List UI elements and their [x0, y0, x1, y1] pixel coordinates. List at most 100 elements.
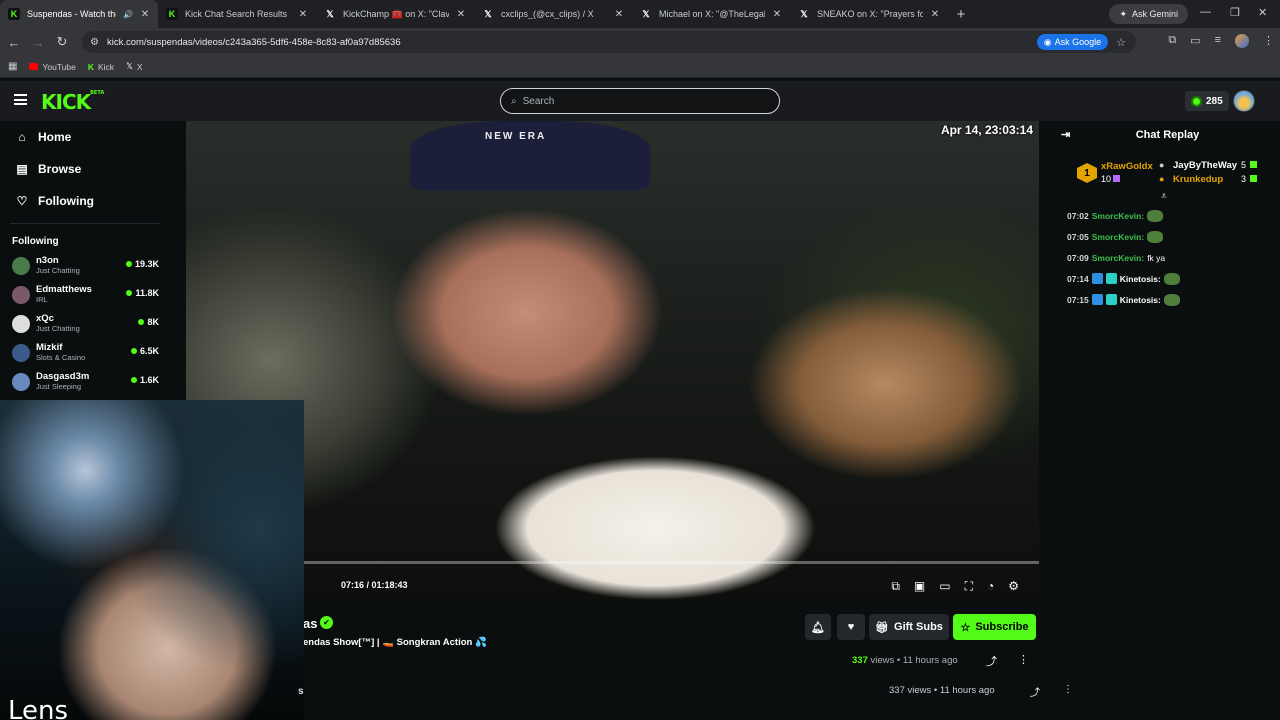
- ghost-ago: 11 hours ago: [939, 685, 995, 696]
- share-icon[interactable]: ⤴: [986, 653, 997, 669]
- emote-icon: [1163, 293, 1180, 306]
- emote-icon: [1147, 209, 1164, 222]
- bookmark-kick[interactable]: K Kick: [88, 62, 114, 72]
- new-tab-button[interactable]: +: [948, 0, 974, 28]
- tab-suspendas[interactable]: K Suspendas - Watch the VO 🔊 ✕: [0, 0, 158, 28]
- ghost-view-count: 337 views • 11 hours ago: [889, 685, 995, 696]
- points-badge[interactable]: 285: [1185, 91, 1229, 111]
- following-item[interactable]: Edmatthews IRL 11.8K: [0, 280, 170, 309]
- fullscreen-icon[interactable]: ⛶: [965, 579, 973, 594]
- following-item[interactable]: Dasgasd3m Just Sleeping 1.6K: [0, 367, 170, 396]
- lens-icon: ◉: [1043, 36, 1052, 47]
- sidepanel-icon[interactable]: ▭: [1190, 34, 1200, 48]
- bookmark-label: X: [136, 61, 143, 72]
- x-favicon-icon: 𝕏: [642, 8, 650, 19]
- clip-icon[interactable]: ▣: [914, 579, 925, 594]
- message-user[interactable]: SmorcKevin:: [1092, 253, 1144, 263]
- restore-icon[interactable]: ❐: [1230, 6, 1240, 19]
- collapse-chat-icon[interactable]: ⇥: [1061, 128, 1070, 141]
- gifter-name[interactable]: Krunkedup: [1173, 174, 1223, 185]
- tab-close-icon[interactable]: ✕: [140, 9, 150, 20]
- bookmark-label: YouTube: [42, 61, 76, 72]
- gift-icon: 🎁︎: [875, 621, 890, 634]
- points-icon: [1191, 95, 1202, 107]
- expand-gifters-icon[interactable]: ⩡: [1161, 191, 1167, 202]
- tab-kick-chat-search[interactable]: K Kick Chat Search Results ✕: [158, 0, 316, 28]
- theater-icon[interactable]: ▭: [939, 579, 950, 594]
- apps-grid-icon[interactable]: ▦: [8, 61, 17, 72]
- gift-subs-button[interactable]: 🎁︎ Gift Subs: [869, 614, 949, 640]
- kick-header: KICKBETA ⌕ Search 285: [0, 81, 1280, 121]
- url-text[interactable]: kick.com/suspendas/videos/c243a365-5df6-…: [107, 37, 1029, 48]
- tab-close-icon[interactable]: ✕: [772, 9, 782, 20]
- gifter-count: 10: [1101, 174, 1112, 184]
- pip-icon[interactable]: ⧉: [891, 579, 900, 594]
- tab-close-icon[interactable]: ✕: [298, 9, 308, 20]
- verified-icon: ✔: [320, 616, 333, 629]
- bookmark-x[interactable]: 𝕏X: [126, 61, 143, 72]
- viewer-number: 19.3K: [134, 259, 159, 269]
- video-info: as ✔ endas Show[™] | 🚤 Songkran Action 💦…: [303, 600, 1073, 720]
- forward-icon[interactable]: →: [26, 35, 50, 50]
- hamburger-menu-icon[interactable]: [14, 94, 27, 105]
- chat-message: 07:15 Kinetosis:: [1055, 289, 1280, 310]
- speed-icon[interactable]: ◔: [987, 579, 994, 594]
- avatar: [12, 343, 30, 362]
- bookmark-youtube[interactable]: YouTube: [29, 61, 76, 72]
- tab-kickchamp[interactable]: 𝕏 KickChamp 🧰 on X: "Clavicula ✕: [316, 0, 474, 28]
- channel-name[interactable]: as: [303, 616, 317, 631]
- tab-michael[interactable]: 𝕏 Michael on X: "@TheLegalMind ✕: [632, 0, 790, 28]
- gifter-name[interactable]: xRawGoldx: [1101, 161, 1153, 172]
- video-timestamp: Apr 14, 23:03:14: [940, 123, 1033, 137]
- speaker-icon[interactable]: 🔊: [123, 10, 133, 19]
- message-user[interactable]: SmorcKevin:: [1092, 232, 1144, 242]
- sidebar-item-home[interactable]: ⌂ Home: [0, 121, 170, 153]
- kick-logo[interactable]: KICKBETA: [41, 90, 104, 114]
- sidebar-item-following[interactable]: ♡ Following: [0, 185, 170, 217]
- follow-heart-button[interactable]: ♥: [837, 614, 865, 640]
- video-player[interactable]: NEW ERA Apr 14, 23:03:14 07:16 / 01:18:4…: [186, 121, 1039, 600]
- beta-label: BETA: [90, 90, 105, 96]
- profile-avatar[interactable]: [1235, 34, 1249, 48]
- search-icon: ⌕: [511, 95, 517, 107]
- tab-sneako[interactable]: 𝕏 SNEAKO on X: "Prayers for Clav ✕: [790, 0, 948, 28]
- notification-bell-button[interactable]: 🔔︎: [805, 614, 831, 640]
- tab-cxclips[interactable]: 𝕏 cxclips_(@cx_clips) / X ✕: [474, 0, 632, 28]
- media-controls-icon[interactable]: ≡: [1215, 34, 1221, 48]
- search-input[interactable]: ⌕ Search: [500, 88, 780, 114]
- browse-icon: ▤: [16, 162, 28, 176]
- sidebar-item-browse[interactable]: ▤ Browse: [0, 153, 170, 185]
- tab-close-icon[interactable]: ✕: [456, 9, 466, 20]
- progress-bar[interactable]: [186, 561, 1039, 564]
- message-user[interactable]: SmorcKevin:: [1092, 211, 1144, 221]
- following-item[interactable]: n3on Just Chatting 19.3K: [0, 251, 170, 280]
- message-user[interactable]: Kinetosis:: [1120, 295, 1161, 305]
- user-avatar[interactable]: [1233, 90, 1255, 112]
- ghost-share-icon: ⤴: [1030, 688, 1040, 699]
- kick-favicon-icon: K: [166, 8, 178, 20]
- ask-gemini-label: Ask Gemini: [1131, 9, 1178, 19]
- message-user[interactable]: Kinetosis:: [1120, 274, 1161, 284]
- site-info-icon[interactable]: ⚙: [90, 37, 99, 48]
- back-icon[interactable]: ←: [2, 35, 26, 50]
- subscriber-badge-icon: [1091, 294, 1103, 305]
- gemini-icon: ✦: [1119, 8, 1127, 19]
- gifter-name[interactable]: JayByTheWay: [1173, 160, 1237, 171]
- founder-badge-icon: [1105, 273, 1117, 284]
- more-options-icon[interactable]: ⋮: [1018, 653, 1029, 666]
- ask-google-button[interactable]: ◉ Ask Google: [1036, 34, 1109, 50]
- tab-close-icon[interactable]: ✕: [614, 9, 624, 20]
- tab-close-icon[interactable]: ✕: [930, 9, 940, 20]
- minimize-icon[interactable]: —: [1200, 6, 1211, 18]
- extensions-icon[interactable]: ⧉: [1168, 34, 1176, 48]
- omnibox[interactable]: ⚙ kick.com/suspendas/videos/c243a365-5df…: [82, 31, 1136, 53]
- ask-gemini-button[interactable]: ✦ Ask Gemini: [1109, 4, 1188, 24]
- following-item[interactable]: Mizkif Slots & Casino 6.5K: [0, 338, 170, 367]
- settings-gear-icon[interactable]: ⚙: [1008, 579, 1019, 594]
- bookmark-star-icon[interactable]: ☆: [1116, 36, 1126, 49]
- close-window-icon[interactable]: ✕: [1258, 6, 1267, 19]
- following-item[interactable]: xQc Just Chatting 8K: [0, 309, 170, 338]
- kebab-menu-icon[interactable]: ⋮: [1263, 34, 1274, 48]
- reload-icon[interactable]: ↻: [50, 34, 74, 50]
- subscribe-button[interactable]: ☆ Subscribe: [953, 614, 1036, 640]
